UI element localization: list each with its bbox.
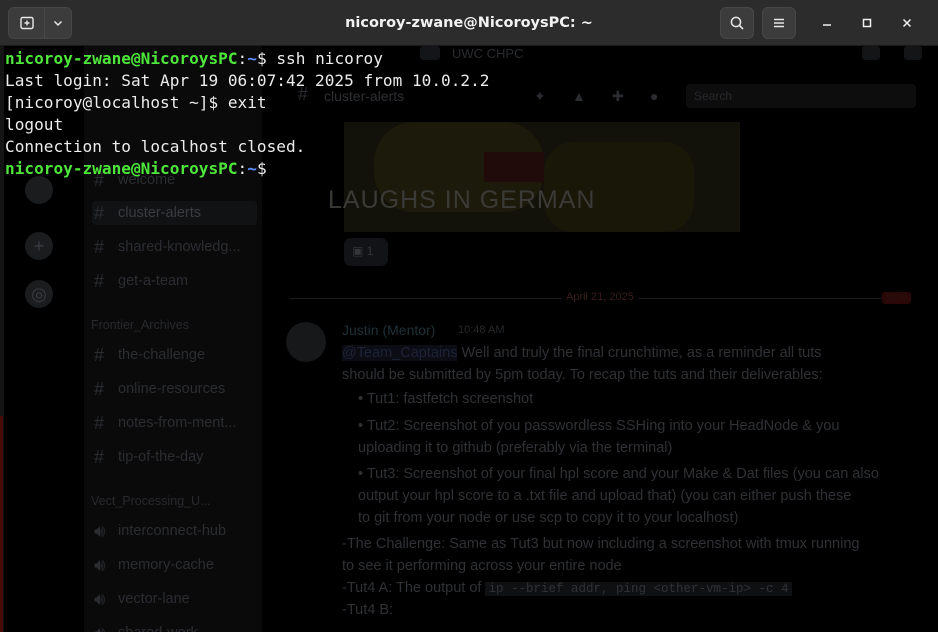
terminal-line-output: Connection to localhost closed.: [5, 137, 306, 156]
prompt-symbol: $: [256, 49, 267, 68]
prompt-symbol: $: [256, 159, 267, 178]
menu-button[interactable]: [762, 7, 796, 39]
window-title: nicoroy-zwane@NicoroysPC: ~: [345, 15, 593, 31]
maximize-icon: [862, 18, 872, 28]
title-bar: nicoroy-zwane@NicoroysPC: ~: [0, 0, 938, 46]
terminal-line-prompt: nicoroy-zwane@NicoroysPC:~$ ssh nicoroy: [5, 48, 938, 70]
terminal-area[interactable]: nicoroy-zwane@NicoroysPC:~$ ssh nicoroy …: [0, 46, 938, 632]
prompt-colon: :: [237, 159, 248, 178]
terminal-line-output: Last login: Sat Apr 19 06:07:42 2025 fro…: [5, 71, 490, 90]
tab-menu-button[interactable]: [44, 7, 72, 39]
prompt-user-host: nicoroy-zwane@NicoroysPC: [5, 49, 238, 68]
prompt-user-host: nicoroy-zwane@NicoroysPC: [5, 159, 238, 178]
close-icon: [902, 18, 912, 28]
search-icon: [730, 16, 744, 30]
new-tab-icon: [19, 16, 34, 30]
hamburger-menu-icon: [774, 18, 784, 28]
prompt-path: ~: [247, 49, 257, 68]
search-button[interactable]: [720, 7, 754, 39]
minimize-icon: [823, 24, 831, 26]
command-text: [267, 159, 277, 178]
text-cursor: [276, 159, 286, 178]
terminal-line-output: logout: [5, 115, 64, 134]
terminal-line-output: [nicoroy@localhost ~]$ exit: [5, 93, 267, 112]
new-tab-button[interactable]: [8, 7, 44, 39]
terminal-line-prompt: nicoroy-zwane@NicoroysPC:~$: [5, 158, 938, 180]
prompt-path: ~: [247, 159, 257, 178]
prompt-colon: :: [237, 49, 248, 68]
maximize-button[interactable]: [855, 11, 879, 35]
close-button[interactable]: [895, 11, 919, 35]
command-text: ssh nicoroy: [266, 49, 383, 68]
minimize-button[interactable]: [815, 11, 839, 35]
chevron-down-icon: [53, 20, 63, 27]
